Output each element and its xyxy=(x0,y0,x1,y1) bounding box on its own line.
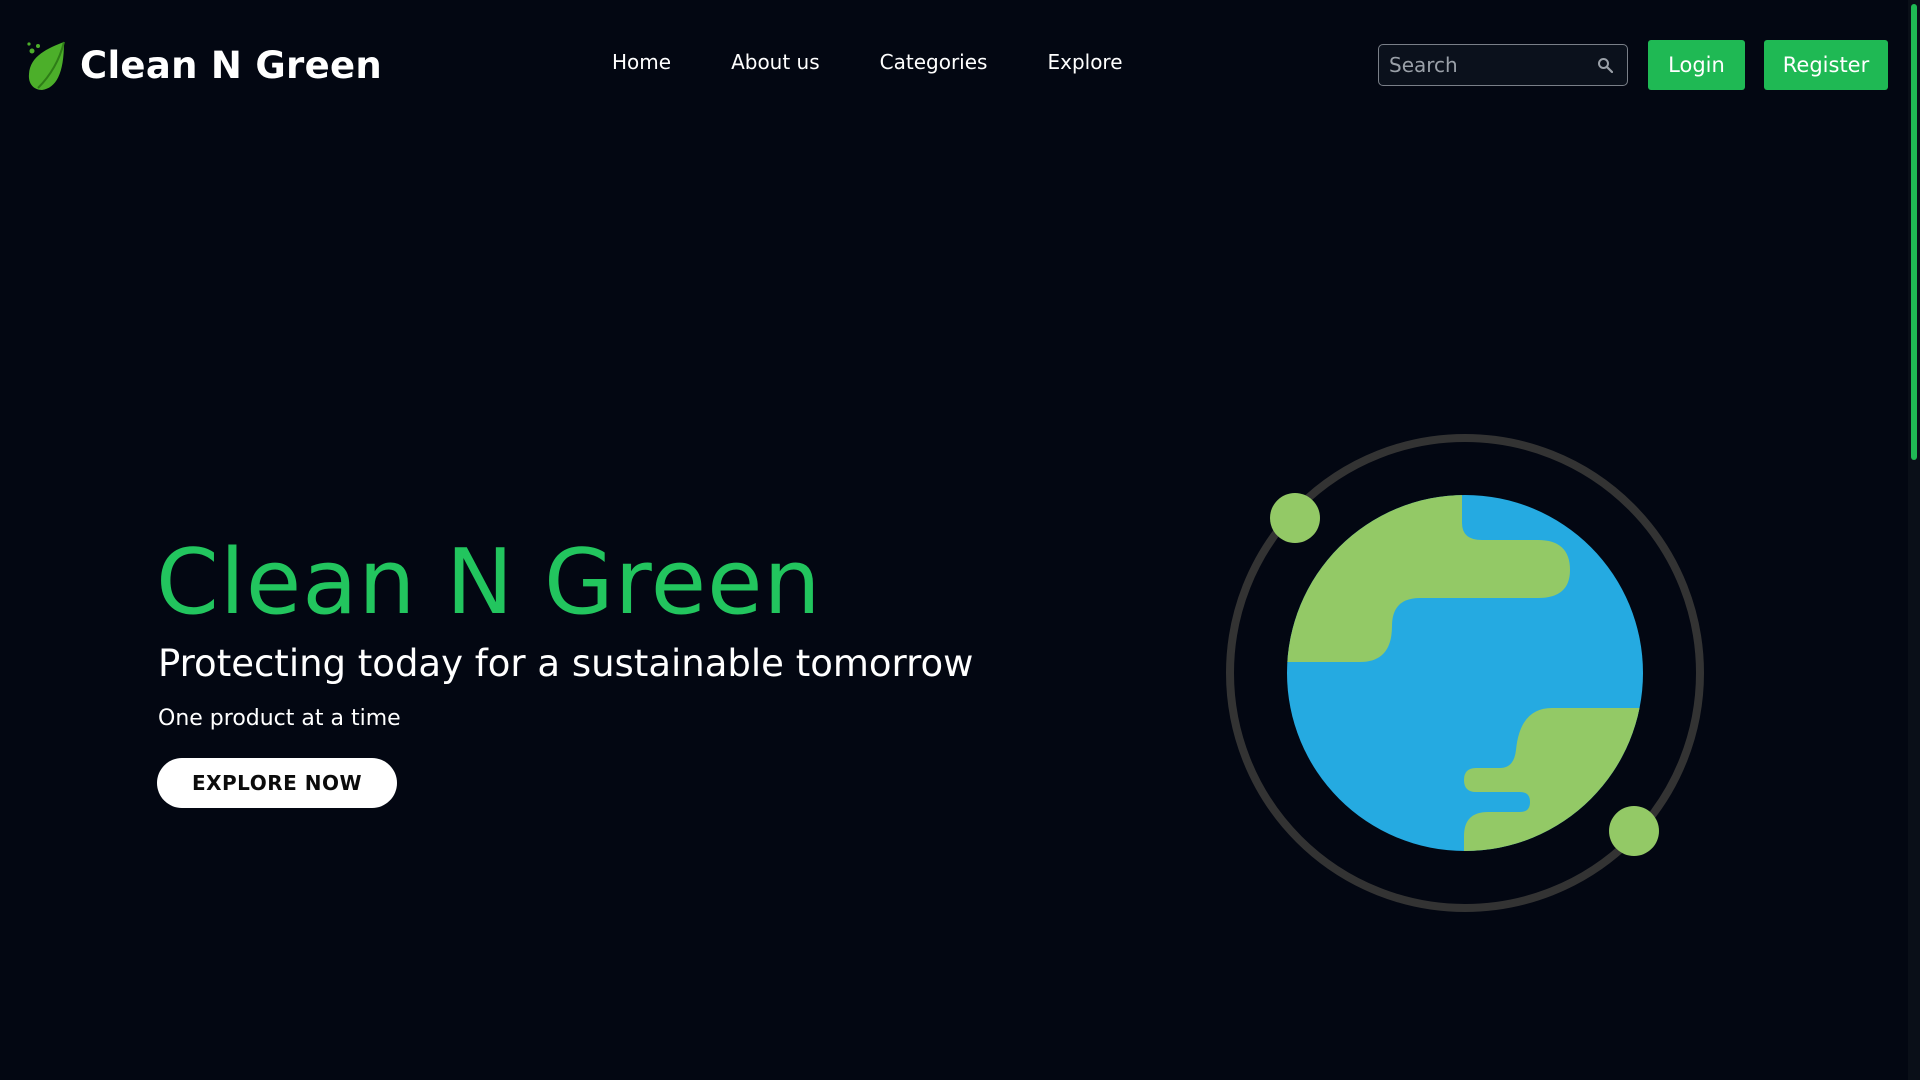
hero-title: Clean N Green xyxy=(156,530,822,635)
landing-page: Clean N Green Home About us Categories E… xyxy=(0,0,1920,1080)
navbar: Clean N Green Home About us Categories E… xyxy=(0,0,1908,130)
nav-link-categories[interactable]: Categories xyxy=(880,50,988,74)
nav-link-home[interactable]: Home xyxy=(612,50,671,74)
login-button[interactable]: Login xyxy=(1648,40,1745,90)
nav-link-explore[interactable]: Explore xyxy=(1047,50,1122,74)
explore-now-button[interactable]: EXPLORE NOW xyxy=(157,758,397,808)
search-input[interactable] xyxy=(1389,45,1589,85)
search-icon[interactable] xyxy=(1597,57,1613,73)
moon-top-left xyxy=(1270,493,1320,543)
brand-name: Clean N Green xyxy=(80,43,383,87)
scrollbar-thumb[interactable] xyxy=(1911,4,1917,460)
leaf-icon xyxy=(27,41,65,90)
hero-subtitle: Protecting today for a sustainable tomor… xyxy=(158,642,974,685)
page-scrollbar[interactable] xyxy=(1908,0,1920,1080)
moon-bottom-right xyxy=(1609,806,1659,856)
hero-tagline: One product at a time xyxy=(158,706,401,731)
brand-link[interactable]: Clean N Green xyxy=(24,38,382,92)
nav-menu: Home About us Categories Explore xyxy=(612,50,1123,74)
register-button[interactable]: Register xyxy=(1764,40,1888,90)
earth-icon xyxy=(1226,434,1704,912)
search-box xyxy=(1378,44,1628,86)
nav-link-about[interactable]: About us xyxy=(731,50,820,74)
